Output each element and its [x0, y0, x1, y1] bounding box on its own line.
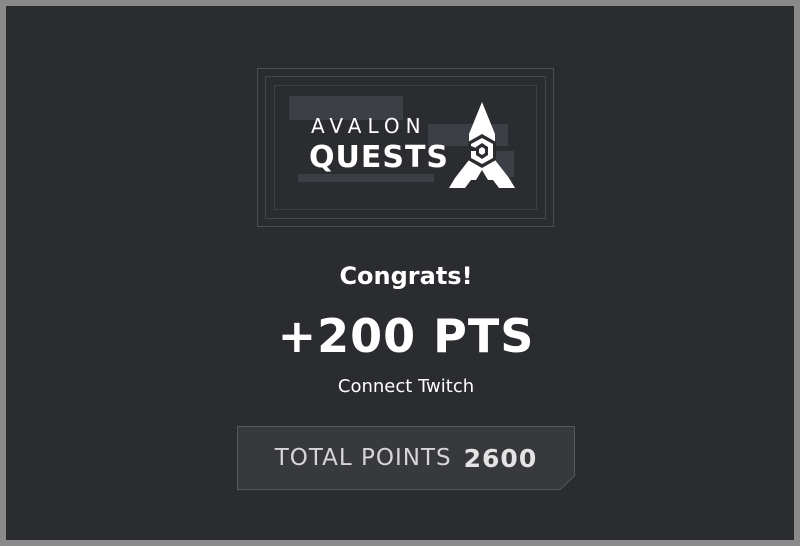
- total-points-content: TOTAL POINTS 2600: [237, 426, 575, 490]
- logo-text-avalon: AVALON: [311, 114, 427, 138]
- earned-points: +200 PTS: [277, 309, 535, 363]
- logo-text-quests: QUESTS: [309, 140, 450, 175]
- quest-task-name: Connect Twitch: [337, 376, 475, 397]
- rocket-logo-icon: [449, 102, 515, 188]
- total-points-value: 2600: [463, 443, 538, 473]
- total-points-label: TOTAL POINTS: [274, 445, 452, 471]
- logo-deco-bar: [298, 174, 434, 182]
- congrats-heading: Congrats!: [339, 262, 473, 290]
- total-points-badge: TOTAL POINTS 2600: [237, 426, 575, 490]
- quest-result-panel: AVALON QUESTS Congrats! +200 PTS Connect…: [6, 6, 794, 540]
